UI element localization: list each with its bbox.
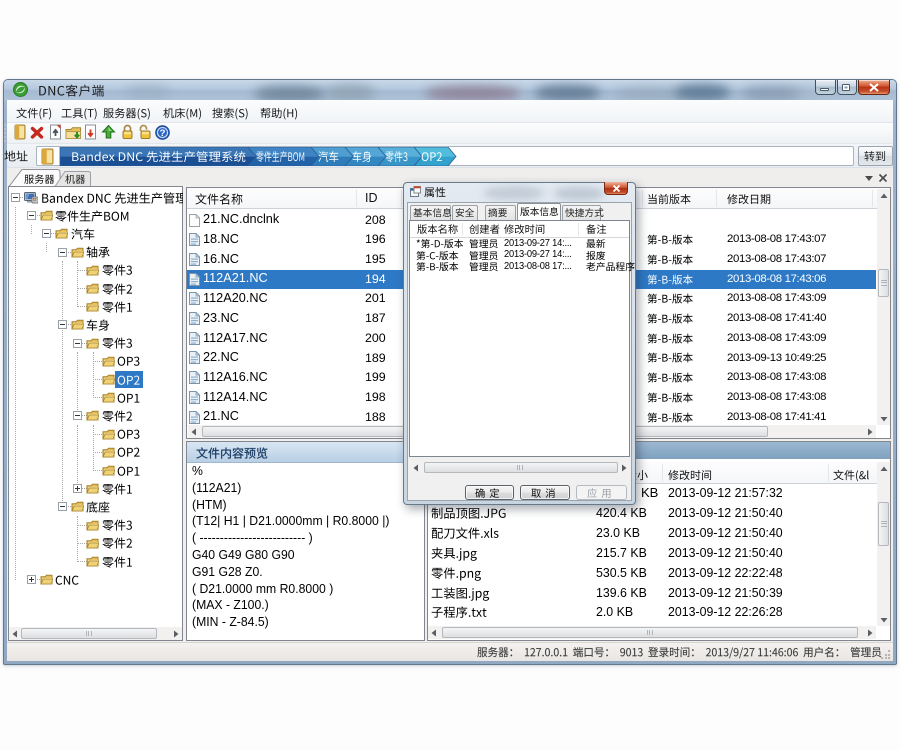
svg-text:?: ? — [160, 128, 166, 139]
